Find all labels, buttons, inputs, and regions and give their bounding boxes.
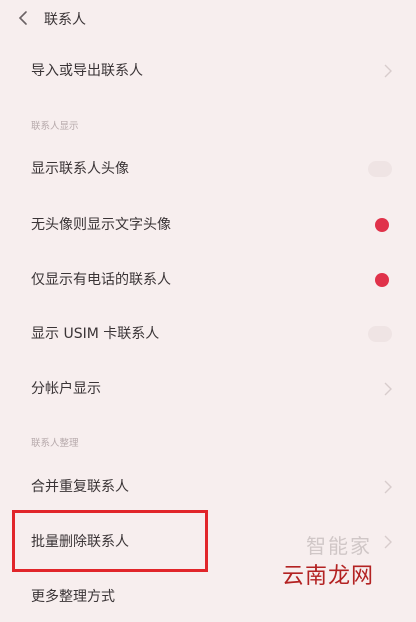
chevron-right-icon [384,64,392,78]
section-header-display: 联系人显示 [31,121,79,132]
row-more-tidy-label: 更多整理方式 [31,589,115,605]
page-title: 联系人 [44,12,86,28]
row-only-phone[interactable]: 仅显示有电话的联系人 [0,257,416,303]
row-show-usim-label: 显示 USIM 卡联系人 [31,326,160,342]
chevron-right-icon [384,480,392,494]
faint-watermark: 智能家 [306,534,372,558]
row-by-account[interactable]: 分帐户显示 [0,366,416,412]
row-show-avatar-label: 显示联系人头像 [31,161,129,177]
row-only-phone-label: 仅显示有电话的联系人 [31,272,171,288]
text-avatar-toggle-on[interactable] [375,218,389,232]
chevron-right-icon [384,535,392,549]
show-usim-toggle[interactable] [368,326,392,342]
row-merge-duplicates[interactable]: 合并重复联系人 [0,464,416,510]
brand-watermark: 云南龙网 [282,564,375,589]
highlight-annotation-box [12,510,208,572]
row-text-avatar-label: 无头像则显示文字头像 [31,217,171,233]
row-import-export[interactable]: 导入或导出联系人 [0,48,416,94]
row-show-usim[interactable]: 显示 USIM 卡联系人 [0,311,416,357]
row-by-account-label: 分帐户显示 [31,381,101,397]
show-avatar-toggle[interactable] [368,161,392,177]
row-import-export-label: 导入或导出联系人 [31,63,143,79]
chevron-right-icon [384,382,392,396]
only-phone-toggle-on[interactable] [375,273,389,287]
back-chevron-icon[interactable] [14,9,32,27]
row-merge-duplicates-label: 合并重复联系人 [31,479,129,495]
row-show-avatar[interactable]: 显示联系人头像 [0,146,416,192]
section-header-organize: 联系人整理 [31,438,79,449]
header-bar: 联系人 [0,0,416,38]
row-text-avatar[interactable]: 无头像则显示文字头像 [0,202,416,248]
